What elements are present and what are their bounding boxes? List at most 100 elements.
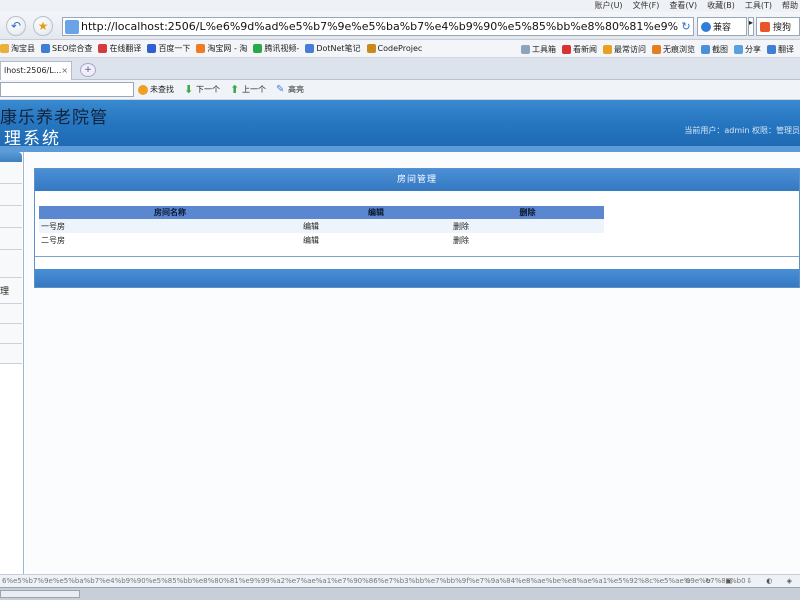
screenshot-icon	[701, 44, 710, 54]
left-nav-item[interactable]	[0, 250, 22, 278]
fav-item[interactable]: 淘宝网 - 淘	[196, 43, 247, 54]
find-prev-label: 上一个	[242, 85, 266, 94]
fav-item[interactable]: SEO综合查	[41, 43, 92, 54]
menu-view[interactable]: 查看(V)	[669, 0, 697, 11]
left-nav-panel: 理	[0, 152, 24, 574]
fav-label: 在线翻译	[109, 44, 142, 53]
bookmark-icon	[147, 44, 157, 53]
search-engine-label: 搜狗	[773, 23, 792, 33]
panel-divider	[35, 256, 799, 257]
status-text: 6%e5%b7%9e%e5%ba%b7%e4%b9%90%e5%85%bb%e8…	[2, 577, 746, 585]
fav-item[interactable]: CodeProjec	[366, 44, 423, 53]
find-status-icon	[138, 84, 148, 95]
app-header: 康乐养老院管 理系统 当前用户：admin 权限：管理员	[0, 100, 800, 149]
find-bar: 未查找 ⬇ 下一个 ⬆ 上一个 ✎ 高亮	[0, 80, 800, 100]
left-nav-item[interactable]	[0, 324, 22, 344]
fav-label: 淘宝县	[11, 44, 35, 53]
panel-title: 房间管理	[35, 169, 799, 191]
left-nav-item-active[interactable]: 理	[0, 278, 22, 304]
compat-mode-button[interactable]: 兼容	[697, 17, 747, 36]
column-header: 编辑	[301, 206, 451, 219]
find-label: 未查找	[150, 85, 174, 94]
panel-footer	[35, 269, 799, 287]
sogou-icon	[760, 21, 770, 32]
table-row: 一号房 编辑 删除	[39, 219, 604, 233]
fav-tool[interactable]: 翻译	[767, 44, 794, 55]
fav-tool-label: 最常访问	[614, 44, 646, 54]
arrow-down-icon: ⬇	[184, 82, 194, 96]
reload-icon[interactable]: ↻	[679, 20, 693, 33]
fav-label: CodeProjec	[377, 44, 423, 53]
left-nav-item[interactable]	[0, 228, 22, 250]
table-row: 二号房 编辑 删除	[39, 233, 604, 247]
fav-item[interactable]: DotNet笔记	[305, 43, 361, 54]
fav-tool-label: 工具箱	[532, 44, 556, 54]
fav-tool[interactable]: 最常访问	[603, 44, 646, 55]
left-nav-item[interactable]	[0, 184, 22, 206]
column-header: 删除	[451, 206, 604, 219]
tab-strip: lhost:2506/L... × +	[0, 58, 800, 80]
menu-file[interactable]: 文件(F)	[633, 0, 660, 11]
fav-item[interactable]: 腾讯视频-	[253, 43, 299, 54]
share-icon	[734, 44, 743, 54]
highlight-label: 高亮	[288, 85, 304, 94]
bookmark-icon	[305, 44, 315, 53]
status-icons[interactable]: ⊙ ↻ ▣ ⇩ ◐ ◈	[685, 575, 798, 587]
delete-link[interactable]: 删除	[451, 219, 604, 233]
find-next-button[interactable]: ⬇ 下一个	[184, 84, 220, 95]
incognito-icon	[652, 44, 661, 54]
address-bar[interactable]: http://localhost:2506/L%e6%9d%ad%e5%b7%9…	[62, 17, 694, 36]
fav-item[interactable]: 在线翻译	[98, 43, 141, 54]
edit-link[interactable]: 编辑	[301, 233, 451, 247]
fav-tool-label: 分享	[745, 44, 761, 54]
left-nav-header[interactable]	[0, 152, 22, 162]
left-nav-item[interactable]	[0, 162, 22, 184]
favorite-star-button[interactable]: ★	[33, 16, 53, 36]
ie-icon	[701, 21, 711, 32]
left-nav-item[interactable]	[0, 304, 22, 324]
arrow-up-icon: ⬆	[230, 82, 240, 96]
bookmark-icon	[98, 44, 108, 53]
fav-tool[interactable]: 分享	[734, 44, 761, 55]
fav-item[interactable]: 百度一下	[147, 43, 190, 54]
fav-tool[interactable]: 截图	[701, 44, 728, 55]
highlight-button[interactable]: ✎ 高亮	[276, 84, 304, 95]
fav-label: 百度一下	[158, 44, 191, 53]
find-button[interactable]: 未查找	[138, 84, 174, 95]
edit-link[interactable]: 编辑	[301, 219, 451, 233]
room-management-panel: 房间管理 房间名称 编辑 删除 一号房 编辑 删除 二号房 编辑 删除	[34, 168, 800, 288]
menu-help[interactable]: 帮助	[782, 0, 798, 11]
close-icon[interactable]: ×	[61, 66, 68, 76]
browser-tab[interactable]: lhost:2506/L... ×	[0, 61, 72, 80]
status-bar: 6%e5%b7%9e%e5%ba%b7%e4%b9%90%e5%85%bb%e8…	[0, 574, 800, 587]
fav-tool[interactable]: 无痕浏览	[652, 44, 695, 55]
bookmark-icon	[253, 44, 263, 53]
fav-tool-label: 翻译	[778, 44, 794, 54]
bookmark-icon	[196, 44, 206, 53]
forward-icon[interactable]: ▸	[748, 17, 754, 36]
left-nav-item[interactable]	[0, 344, 22, 364]
fav-label: 淘宝网 - 淘	[207, 44, 248, 53]
url-text[interactable]: http://localhost:2506/L%e6%9d%ad%e5%b7%9…	[81, 20, 679, 33]
find-input[interactable]	[0, 82, 134, 97]
fav-item[interactable]: 淘宝县	[0, 43, 35, 54]
search-engine-box[interactable]: 搜狗	[756, 17, 800, 36]
left-nav-item[interactable]	[0, 206, 22, 228]
main-content: 房间管理 房间名称 编辑 删除 一号房 编辑 删除 二号房 编辑 删除	[25, 152, 800, 574]
fav-tool[interactable]: 看新闻	[562, 44, 597, 55]
back-button[interactable]: ↶	[6, 16, 26, 36]
menu-account[interactable]: 账户(U)	[594, 0, 622, 11]
room-name: 一号房	[39, 219, 301, 233]
menu-favorites[interactable]: 收藏(B)	[707, 0, 735, 11]
menu-tools[interactable]: 工具(T)	[745, 0, 772, 11]
fav-tool[interactable]: 工具箱	[521, 44, 556, 55]
toolbox-icon	[521, 44, 530, 54]
menu-bar: 账户(U) 文件(F) 查看(V) 收藏(B) 工具(T) 帮助	[0, 0, 800, 12]
find-prev-button[interactable]: ⬆ 上一个	[230, 84, 266, 95]
horizontal-scrollbar[interactable]	[0, 587, 800, 600]
new-tab-button[interactable]: +	[80, 63, 96, 77]
delete-link[interactable]: 删除	[451, 233, 604, 247]
menu-items: 账户(U) 文件(F) 查看(V) 收藏(B) 工具(T) 帮助	[594, 0, 800, 11]
user-info: 当前用户：admin 权限：管理员	[684, 126, 800, 135]
scrollbar-thumb[interactable]	[0, 590, 80, 598]
